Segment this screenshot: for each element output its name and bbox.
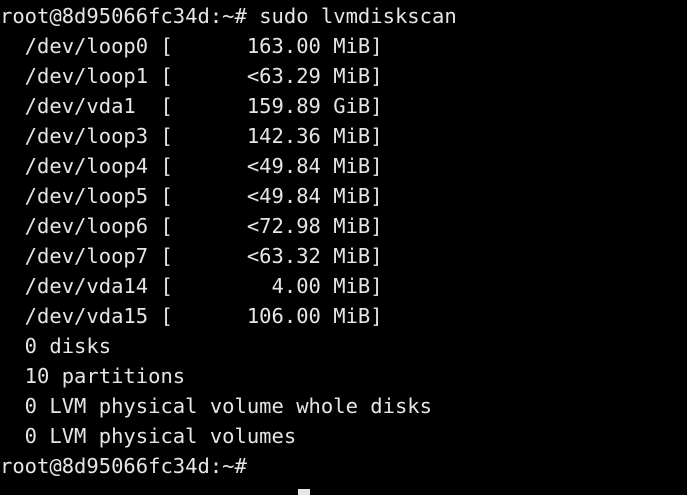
command-text: sudo lvmdiskscan — [259, 4, 457, 28]
output-line: /dev/loop0 [ 163.00 MiB] — [0, 34, 383, 58]
output-line: /dev/loop6 [ <72.98 MiB] — [0, 214, 383, 238]
output-line: 0 LVM physical volume whole disks — [0, 394, 432, 418]
prompt: root@8d95066fc34d:~# — [0, 4, 247, 28]
terminal-window[interactable]: root@8d95066fc34d:~# sudo lvmdiskscan /d… — [0, 0, 687, 495]
output-line: /dev/loop1 [ <63.29 MiB] — [0, 64, 383, 88]
output-line: /dev/loop5 [ <49.84 MiB] — [0, 184, 383, 208]
output-line: /dev/vda14 [ 4.00 MiB] — [0, 274, 383, 298]
text-cursor — [298, 489, 310, 495]
output-line: /dev/loop7 [ <63.32 MiB] — [0, 244, 383, 268]
command-line: root@8d95066fc34d:~# sudo lvmdiskscan — [0, 1, 457, 31]
output-line: 0 LVM physical volumes — [0, 424, 297, 448]
prompt: root@8d95066fc34d:~# — [0, 454, 247, 478]
output-line: /dev/vda1 [ 159.89 GiB] — [0, 94, 383, 118]
output-line: 10 partitions — [0, 364, 186, 388]
output-line: 0 disks — [0, 334, 112, 358]
prompt-line: root@8d95066fc34d:~# — [0, 451, 247, 481]
output-line: /dev/vda15 [ 106.00 MiB] — [0, 304, 383, 328]
output-line: /dev/loop4 [ <49.84 MiB] — [0, 154, 383, 178]
output-line: /dev/loop3 [ 142.36 MiB] — [0, 124, 383, 148]
